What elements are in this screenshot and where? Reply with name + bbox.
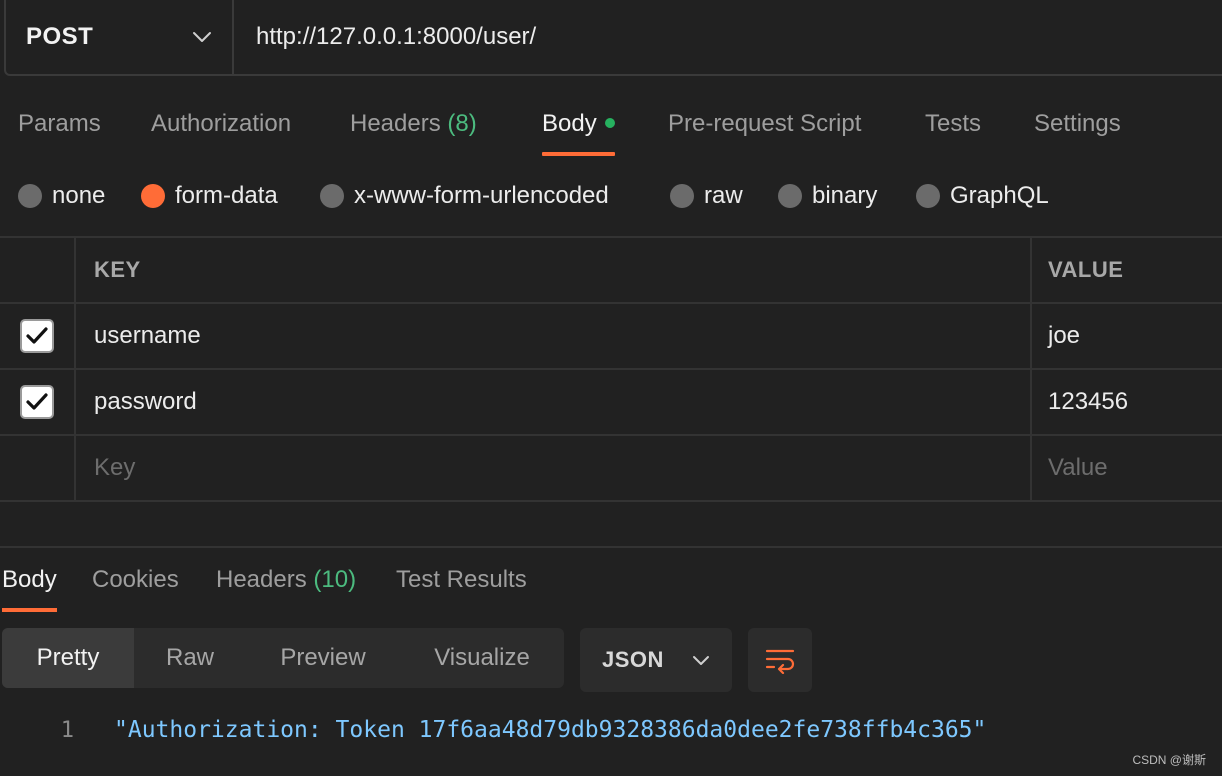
key-cell[interactable]: password [76, 370, 1032, 434]
tab-label: Params [18, 110, 101, 137]
postman-request-editor: POST Params Authorization Headers (8) Bo… [0, 0, 1222, 776]
radio-graphql[interactable]: GraphQL [916, 170, 1049, 222]
radio-label: binary [812, 182, 878, 209]
tab-authorization[interactable]: Authorization [151, 96, 291, 156]
checkbox-cell [0, 436, 76, 500]
tab-label: Headers [216, 566, 307, 593]
url-bar: POST [4, 0, 1222, 76]
form-data-table: KEY VALUE username joe password 123456 K… [0, 236, 1222, 502]
response-tabs: Body Cookies Headers (10) Test Results [0, 552, 1222, 612]
value-input-placeholder[interactable]: Value [1032, 436, 1222, 500]
new-row: Key Value [0, 436, 1222, 502]
radio-circle [778, 184, 802, 208]
column-header-key: KEY [76, 238, 1032, 302]
tab-headers[interactable]: Headers (8) [350, 96, 477, 156]
radio-circle [320, 184, 344, 208]
response-body-line: 1 "Authorization: Token 17f6aa48d79db932… [0, 710, 1222, 750]
check-icon [26, 393, 48, 410]
chevron-down-icon [192, 31, 212, 43]
tab-settings[interactable]: Settings [1034, 96, 1121, 156]
header-checkbox-cell [0, 238, 76, 302]
response-tab-test-results[interactable]: Test Results [396, 552, 527, 612]
tab-label: Body [542, 110, 597, 137]
wrap-lines-button[interactable] [748, 628, 812, 692]
checkbox-cell [0, 370, 76, 434]
response-body-text[interactable]: "Authorization: Token 17f6aa48d79db93283… [114, 717, 986, 743]
response-tab-headers[interactable]: Headers (10) [216, 552, 356, 612]
value-cell[interactable]: 123456 [1032, 370, 1222, 434]
tab-body[interactable]: Body [542, 96, 615, 156]
response-tab-body[interactable]: Body [2, 552, 57, 612]
radio-label: none [52, 182, 106, 209]
format-select[interactable]: JSON [580, 628, 732, 692]
table-row: password 123456 [0, 370, 1222, 436]
key-input-placeholder[interactable]: Key [76, 436, 1032, 500]
url-input[interactable] [234, 0, 1222, 74]
tab-pre-request-script[interactable]: Pre-request Script [668, 96, 861, 156]
value-cell[interactable]: joe [1032, 304, 1222, 368]
radio-none[interactable]: none [18, 170, 105, 222]
radio-x-www-form-urlencoded[interactable]: x-www-form-urlencoded [320, 170, 609, 222]
radio-label: GraphQL [950, 182, 1049, 209]
response-headers-count: (10) [313, 566, 357, 593]
radio-binary[interactable]: binary [778, 170, 877, 222]
tab-label: Pre-request Script [668, 110, 862, 137]
tab-label: Tests [925, 110, 982, 137]
wrap-lines-icon [765, 649, 795, 674]
method-select[interactable]: POST [6, 0, 234, 74]
pane-divider[interactable] [0, 546, 1222, 548]
row-checkbox[interactable] [20, 319, 54, 353]
table-header-row: KEY VALUE [0, 238, 1222, 304]
radio-circle [670, 184, 694, 208]
radio-circle [18, 184, 42, 208]
watermark: CSDN @谢斯 [1132, 753, 1206, 767]
format-label: JSON [602, 647, 664, 672]
tab-params[interactable]: Params [18, 96, 101, 156]
checkbox-cell [0, 304, 76, 368]
check-icon [26, 327, 48, 344]
radio-circle [916, 184, 940, 208]
radio-form-data[interactable]: form-data [141, 170, 278, 222]
radio-label: x-www-form-urlencoded [354, 182, 609, 209]
view-mode-pretty[interactable]: Pretty [2, 628, 134, 688]
tab-label: Test Results [396, 566, 527, 593]
view-mode-raw[interactable]: Raw [134, 628, 246, 688]
row-checkbox[interactable] [20, 385, 54, 419]
tab-label: Authorization [151, 110, 292, 137]
view-mode-preview[interactable]: Preview [246, 628, 400, 688]
tab-label: Body [2, 566, 57, 593]
headers-count: (8) [447, 110, 477, 137]
line-number: 1 [60, 717, 74, 743]
view-mode-visualize[interactable]: Visualize [400, 628, 564, 688]
column-header-value: VALUE [1048, 257, 1124, 282]
tab-tests[interactable]: Tests [925, 96, 981, 156]
key-cell[interactable]: username [76, 304, 1032, 368]
request-tabs: Params Authorization Headers (8) Body Pr… [0, 96, 1222, 158]
tab-label: Cookies [92, 566, 179, 593]
modified-dot-icon [604, 117, 615, 128]
body-type-radios: none form-data x-www-form-urlencoded raw… [0, 170, 1222, 222]
radio-label: raw [704, 182, 743, 209]
radio-circle-selected [141, 184, 165, 208]
response-tab-cookies[interactable]: Cookies [92, 552, 179, 612]
method-label: POST [26, 23, 94, 50]
tab-label: Headers [350, 110, 441, 137]
table-row: username joe [0, 304, 1222, 370]
view-mode-segment: Pretty Raw Preview Visualize [2, 628, 564, 688]
tab-label: Settings [1034, 110, 1121, 137]
radio-label: form-data [175, 182, 278, 209]
chevron-down-icon [693, 655, 709, 665]
radio-raw[interactable]: raw [670, 170, 743, 222]
